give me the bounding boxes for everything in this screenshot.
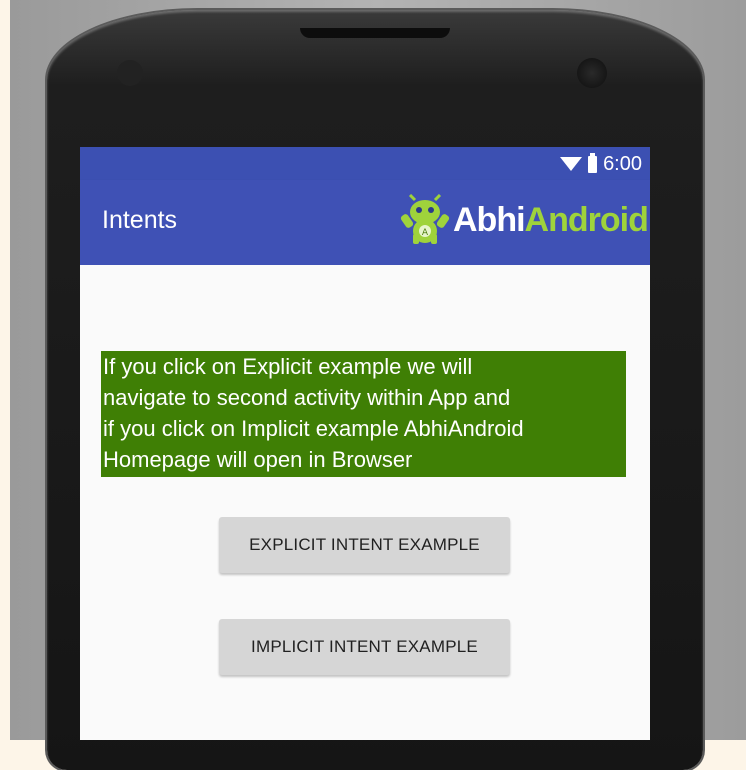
implicit-intent-button[interactable]: IMPLICIT INTENT EXAMPLE (219, 619, 510, 675)
app-title: Intents (102, 206, 178, 234)
app-bar: Intents A AbhiAndroid (80, 180, 650, 265)
front-camera-icon (577, 58, 607, 88)
battery-icon (588, 152, 598, 173)
abhiandroid-logo: A AbhiAndroid (397, 190, 649, 250)
status-icons: 6:00 (560, 152, 642, 176)
logo-text-abhi: Abhi (453, 200, 526, 239)
logo-text-android: Android (524, 200, 649, 239)
status-time: 6:00 (603, 152, 642, 175)
proximity-sensor (117, 60, 143, 86)
logo-text: AbhiAndroid (453, 200, 649, 240)
explicit-intent-button[interactable]: EXPLICIT INTENT EXAMPLE (219, 517, 510, 573)
main-content: If you click on Explicit example we will… (80, 265, 650, 740)
earpiece (300, 28, 450, 38)
wifi-icon (560, 157, 583, 171)
phone-screen: 6:00 Intents A AbhiAndroid If you click … (80, 147, 650, 740)
info-text: If you click on Explicit example we will… (101, 351, 626, 477)
status-bar: 6:00 (80, 147, 650, 180)
svg-text:A: A (422, 228, 429, 238)
android-mascot-icon: A (400, 194, 450, 244)
